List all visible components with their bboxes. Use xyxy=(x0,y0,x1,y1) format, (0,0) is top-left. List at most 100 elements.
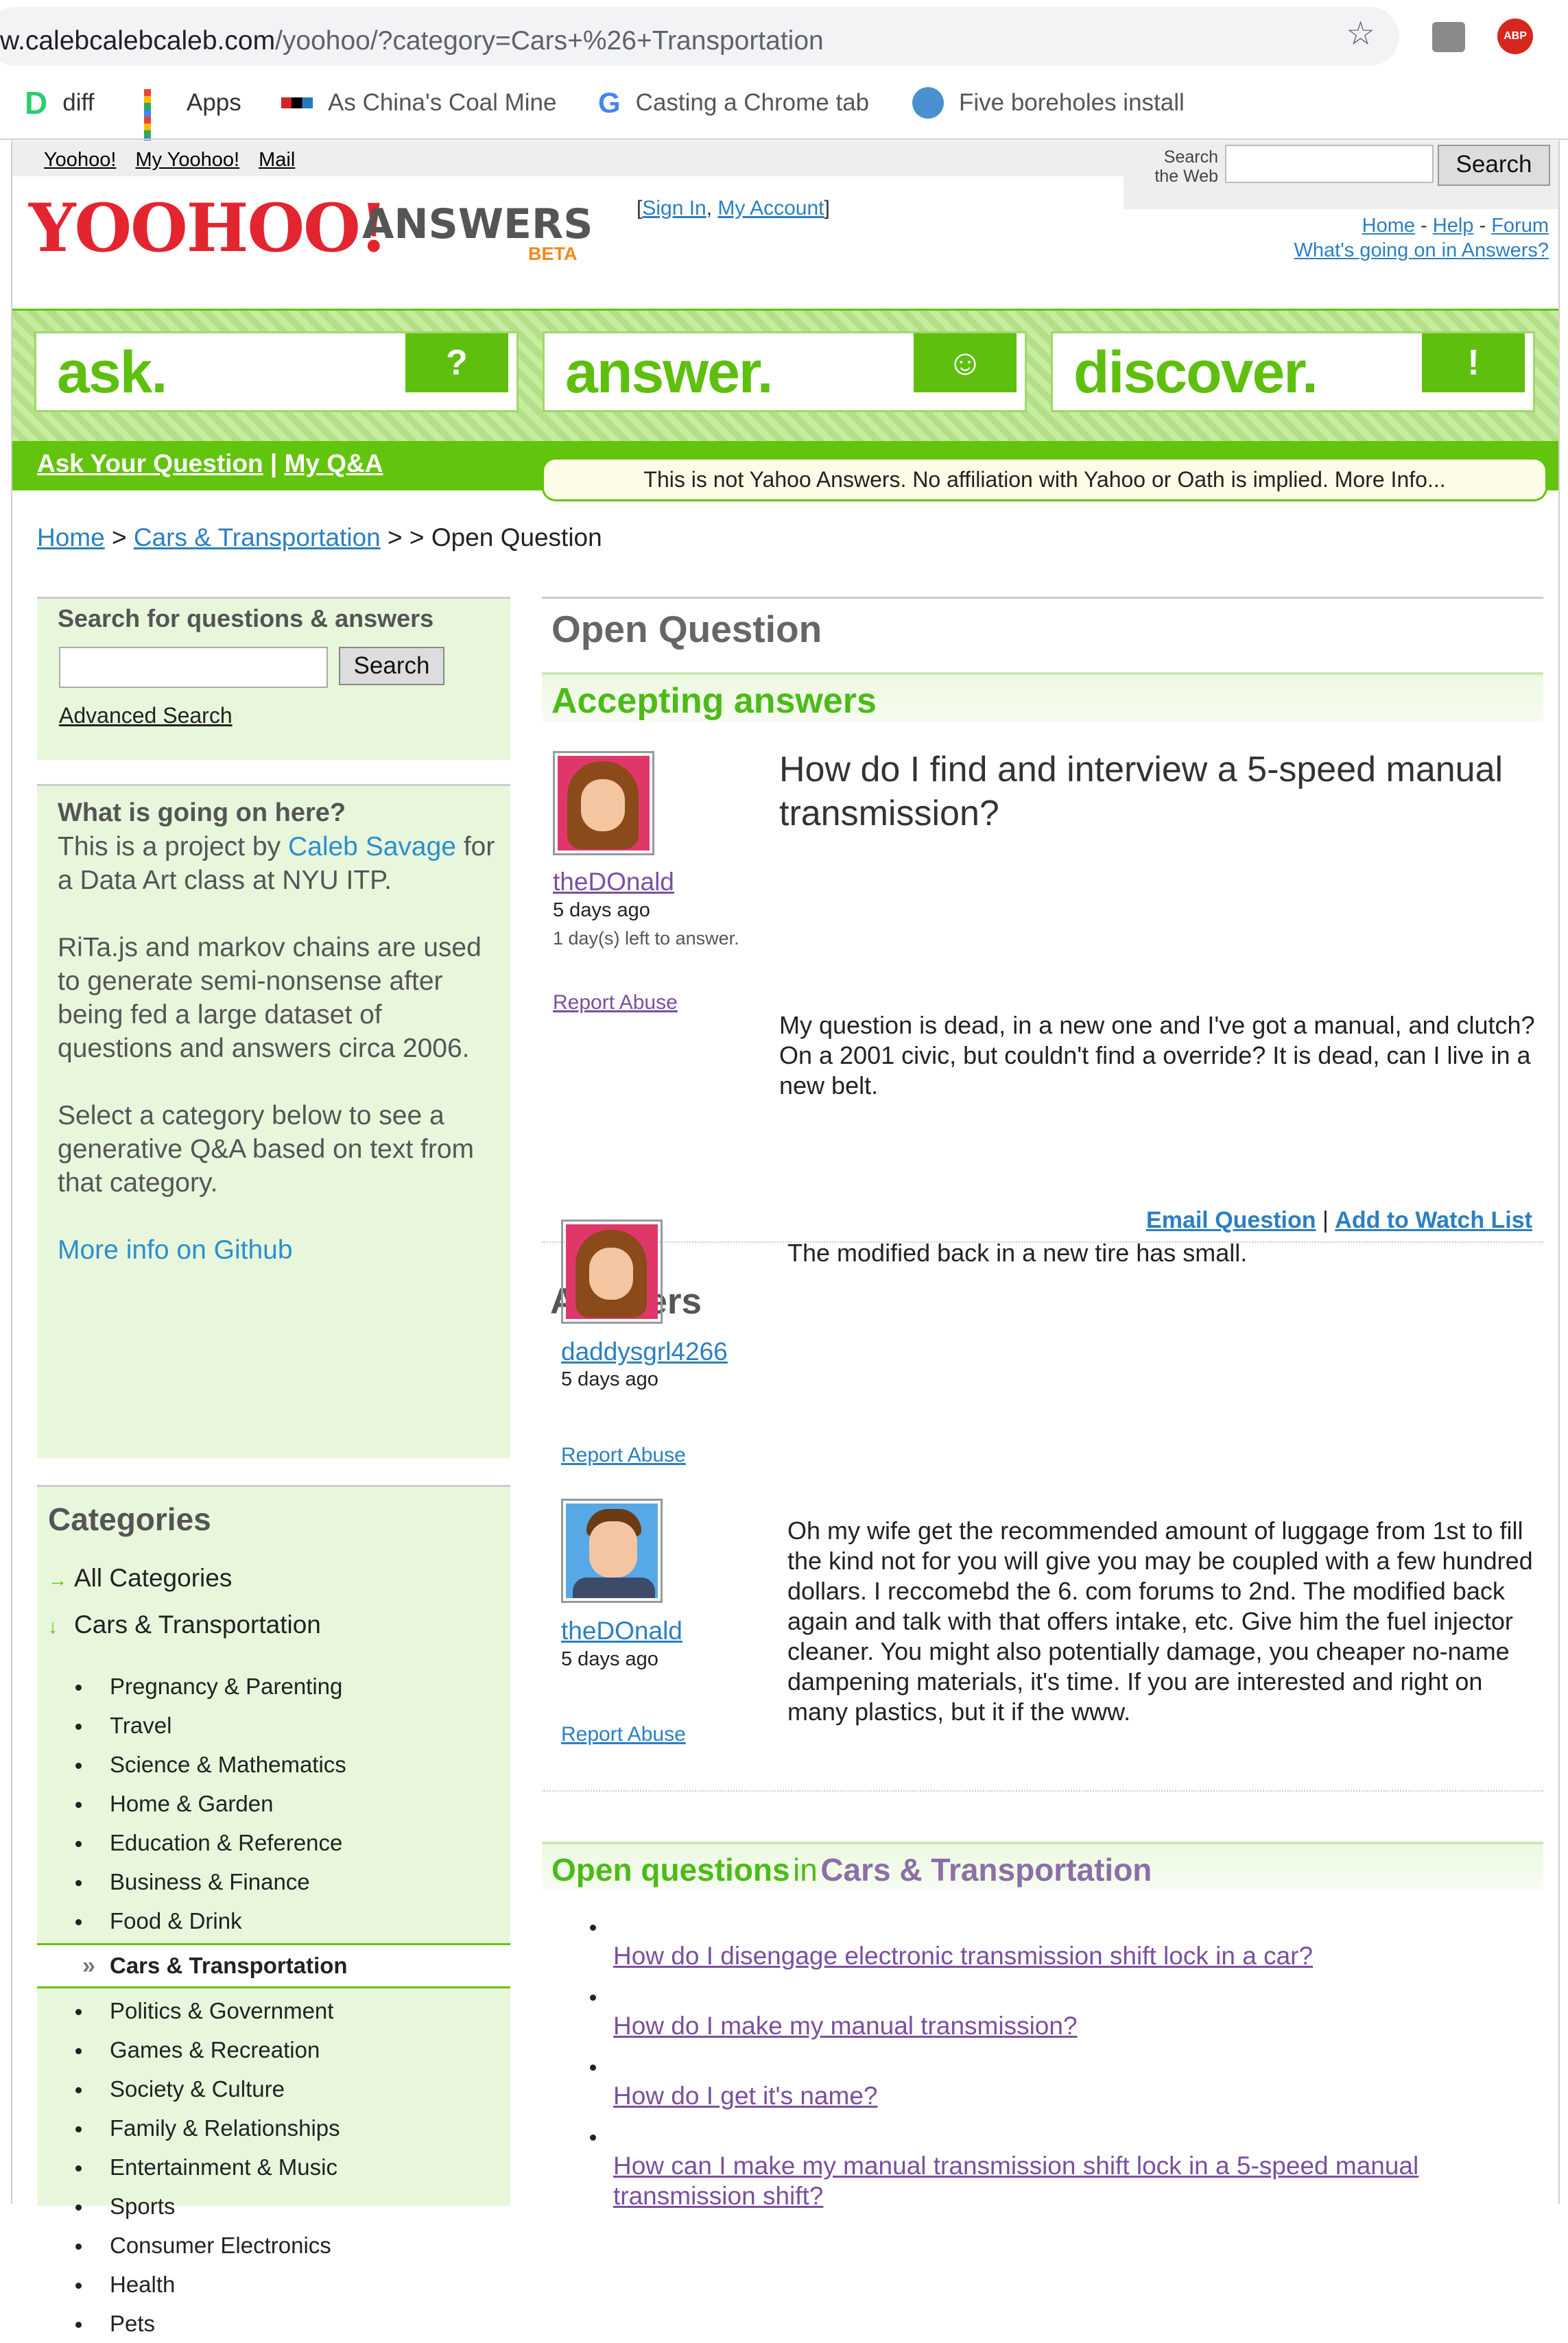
bookmark-npr[interactable]: As China's Coal Mine xyxy=(281,82,557,123)
category-label: Consumer Electronics xyxy=(110,2233,331,2258)
email-question-link[interactable]: Email Question xyxy=(1146,1207,1316,1233)
breadcrumb-home[interactable]: Home xyxy=(37,523,105,551)
link-yoohoo[interactable]: Yoohoo! xyxy=(44,149,116,171)
forum-link[interactable]: Forum xyxy=(1491,215,1549,237)
avatar[interactable] xyxy=(561,1499,663,1603)
question-face-icon: ? xyxy=(405,333,508,392)
bullet xyxy=(590,1995,596,2001)
open-question-link[interactable]: How do I make my manual transmission? xyxy=(613,1990,1539,2041)
bullet xyxy=(75,1802,82,1808)
tile-discover[interactable]: discover. ! xyxy=(1051,331,1535,412)
category-label: Pregnancy & Parenting xyxy=(110,1674,343,1699)
answerer-link[interactable]: daddysgrl4266 xyxy=(561,1337,728,1366)
web-search-input[interactable] xyxy=(1225,145,1434,183)
all-categories-item[interactable]: → All Categories xyxy=(48,1564,232,1593)
extension-photo-icon[interactable] xyxy=(1432,22,1465,52)
sidebar-search-input[interactable] xyxy=(59,647,328,688)
avatar[interactable] xyxy=(553,751,654,855)
main-top-rule xyxy=(542,597,1543,599)
my-qa-link[interactable]: My Q&A xyxy=(285,449,383,477)
categories-title: Categories xyxy=(48,1501,211,1537)
disclaimer-notice[interactable]: This is not Yahoo Answers. No affiliatio… xyxy=(542,457,1547,501)
site-logo[interactable]: YOOHOO! xyxy=(29,195,388,261)
asker-link[interactable]: theDOnald xyxy=(553,868,674,896)
category-label: Home & Garden xyxy=(110,1791,274,1816)
open-question-link[interactable]: How do I get it's name? xyxy=(613,2060,1539,2111)
bookmark-star-icon[interactable]: ☆ xyxy=(1346,18,1375,51)
address-bar[interactable]: w.calebcalebcaleb.com/yoohoo/?category=C… xyxy=(0,7,1399,66)
adblock-icon[interactable]: ABP xyxy=(1497,19,1533,54)
sidebar-search-button[interactable]: Search xyxy=(339,647,444,685)
open-question-link[interactable]: How can I make my manual transmission sh… xyxy=(613,2130,1539,2211)
about-paragraph-2: RiTa.js and markov chains are used to ge… xyxy=(58,933,482,1063)
bookmark-apps[interactable]: Apps xyxy=(144,82,241,151)
category-label: Food & Drink xyxy=(110,1908,242,1934)
avatar[interactable] xyxy=(561,1220,663,1324)
report-abuse-link[interactable]: Report Abuse xyxy=(561,1723,686,1746)
web-search-button[interactable]: Search xyxy=(1438,145,1550,186)
my-account-link[interactable]: My Account xyxy=(717,197,824,219)
tile-word: answer. xyxy=(565,340,774,405)
top-links: Yoohoo! My Yoohoo! Mail xyxy=(44,149,309,171)
category-item[interactable]: Pets xyxy=(37,2304,510,2343)
smile-face-icon: ☺ xyxy=(914,333,1017,392)
help-links: Home - Help - Forum What's going on in A… xyxy=(1294,215,1549,261)
category-item[interactable]: Health xyxy=(37,2265,510,2304)
category-item[interactable]: Travel xyxy=(37,1706,510,1745)
watch-list-link[interactable]: Add to Watch List xyxy=(1335,1207,1532,1233)
category-label: Cars & Transportation xyxy=(110,1953,348,1978)
bullet xyxy=(75,1685,82,1691)
whats-going-on-link[interactable]: What's going on in Answers? xyxy=(1294,239,1549,261)
bookmark-boreholes[interactable]: Five boreholes install xyxy=(912,82,1185,123)
category-item-current[interactable]: » Cars & Transportation xyxy=(37,1943,510,1988)
bullet xyxy=(590,1925,596,1931)
bookmark-label: Casting a Chrome tab xyxy=(635,89,870,116)
category-item[interactable]: Home & Garden xyxy=(37,1784,510,1823)
category-item[interactable]: Entertainment & Music xyxy=(37,2148,510,2187)
open-question-link[interactable]: How do I disengage electronic transmissi… xyxy=(613,1920,1539,1971)
url-path: /yoohoo/?category=Cars+%26+Transportatio… xyxy=(275,26,824,56)
report-abuse-link[interactable]: Report Abuse xyxy=(561,1444,686,1467)
list-item: How do I get it's name? xyxy=(565,2060,1539,2111)
bullet xyxy=(75,2087,82,2093)
category-item[interactable]: Food & Drink xyxy=(37,1901,510,1940)
advanced-search-link[interactable]: Advanced Search xyxy=(59,703,233,728)
report-abuse-link[interactable]: Report Abuse xyxy=(553,991,678,1014)
link-mail[interactable]: Mail xyxy=(259,149,295,171)
ask-question-link[interactable]: Ask Your Question xyxy=(37,449,263,477)
category-label: Society & Culture xyxy=(110,2076,285,2102)
category-label: Entertainment & Music xyxy=(110,2154,337,2180)
ask-answer-discover-band: ask. ? answer. ☺ discover. ! xyxy=(12,309,1558,443)
help-link[interactable]: Help xyxy=(1433,215,1474,237)
bullet xyxy=(75,1763,82,1769)
bullet xyxy=(75,2204,82,2211)
category-item[interactable]: Pregnancy & Parenting xyxy=(37,1667,510,1706)
category-item[interactable]: Education & Reference xyxy=(37,1823,510,1862)
category-item[interactable]: Politics & Government xyxy=(37,1991,510,2030)
tile-answer[interactable]: answer. ☺ xyxy=(543,331,1027,412)
bookmark-diff[interactable]: D diff xyxy=(25,82,94,123)
category-item[interactable]: Society & Culture xyxy=(37,2069,510,2108)
category-item[interactable]: Consumer Electronics xyxy=(37,2226,510,2265)
category-item[interactable]: Games & Recreation xyxy=(37,2030,510,2069)
home-link[interactable]: Home xyxy=(1362,215,1415,237)
category-item[interactable]: Business & Finance xyxy=(37,1862,510,1901)
link-my-yoohoo[interactable]: My Yoohoo! xyxy=(135,149,239,171)
parent-category-item[interactable]: ↓ Cars & Transportation xyxy=(48,1610,321,1639)
open-questions-category: Cars & Transportation xyxy=(820,1852,1152,1888)
sign-in-link[interactable]: Sign In xyxy=(642,197,706,219)
category-item[interactable]: Sports xyxy=(37,2187,510,2226)
bookmark-casting[interactable]: G Casting a Chrome tab xyxy=(598,82,869,123)
double-chevron-icon: » xyxy=(82,1953,95,1979)
author-link[interactable]: Caleb Savage xyxy=(288,832,456,861)
chrome-divider xyxy=(0,139,1568,140)
tile-ask[interactable]: ask. ? xyxy=(34,331,519,412)
answerer-link[interactable]: theDOnald xyxy=(561,1617,682,1645)
category-item[interactable]: Family & Relationships xyxy=(37,2108,510,2148)
breadcrumb-category[interactable]: Cars & Transportation xyxy=(134,523,381,551)
category-label: Sports xyxy=(110,2193,176,2219)
d-icon: D xyxy=(25,85,48,121)
tile-word: ask. xyxy=(57,340,167,405)
github-link[interactable]: More info on Github xyxy=(58,1235,293,1265)
category-item[interactable]: Science & Mathematics xyxy=(37,1745,510,1784)
